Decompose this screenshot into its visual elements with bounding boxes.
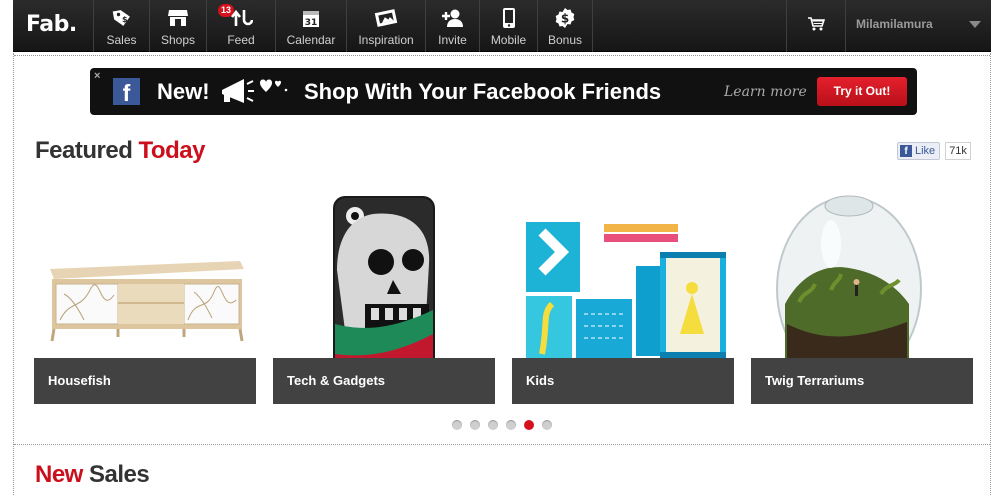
nav-label-bonus: Bonus <box>547 33 583 47</box>
nav-item-invite[interactable]: Invite <box>425 0 479 52</box>
featured-card-kids[interactable]: Kids <box>512 184 734 404</box>
carousel-dot[interactable] <box>452 420 462 430</box>
carousel-dot[interactable] <box>488 420 498 430</box>
cart-button[interactable] <box>786 0 846 52</box>
svg-text:$: $ <box>122 15 128 24</box>
mobile-icon <box>480 7 537 29</box>
new-sales-heading: New Sales <box>35 461 150 489</box>
terrarium-image <box>751 184 973 382</box>
card-caption: Kids <box>512 358 734 404</box>
main-content: × f New! Shop With Your Facebook Friends… <box>13 53 991 495</box>
card-caption: Twig Terrariums <box>751 358 973 404</box>
svg-text:$: $ <box>561 12 569 26</box>
top-nav: Fab. $ Sales Shops 13 Feed 31 Calendar I… <box>13 0 991 52</box>
banner-headline: Shop With Your Facebook Friends <box>304 79 662 104</box>
shop-icon <box>150 7 206 29</box>
tag-icon: $ <box>94 7 149 29</box>
card-caption: Housefish <box>34 358 256 404</box>
facebook-icon: f <box>113 78 140 106</box>
today-title-word: Today <box>138 137 206 164</box>
nav-item-bonus[interactable]: $ Bonus <box>537 0 593 52</box>
nav-label-shops: Shops <box>160 33 196 47</box>
carousel-dot[interactable] <box>470 420 480 430</box>
featured-card-housefish[interactable]: Housefish <box>34 184 256 404</box>
like-label: Like <box>915 145 936 157</box>
facebook-like-widget: f Like 71k <box>897 142 971 160</box>
inspiration-icon <box>347 7 425 29</box>
nav-item-shops[interactable]: Shops <box>149 0 206 52</box>
facebook-icon: f <box>900 145 912 157</box>
username: Milamilamura <box>856 17 933 31</box>
banner-new-label: New! <box>157 79 210 104</box>
chevron-down-icon <box>969 21 981 28</box>
like-count: 71k <box>945 142 971 160</box>
megaphone-icon <box>220 76 300 113</box>
new-title-word: New <box>35 461 83 488</box>
try-it-out-button[interactable]: Try it Out! <box>817 77 907 106</box>
fab-logo[interactable]: Fab. <box>13 0 93 52</box>
learn-more-link[interactable]: Learn more <box>724 84 807 100</box>
media-console-image <box>34 184 256 358</box>
carousel-pagination <box>452 420 560 430</box>
featured-today-heading: Featured Today <box>35 137 205 165</box>
facebook-like-button[interactable]: f Like <box>897 142 941 160</box>
nav-label-invite: Invite <box>438 33 467 47</box>
kids-stationery-image <box>512 184 734 359</box>
carousel-dot[interactable] <box>542 420 552 430</box>
divider <box>14 444 990 445</box>
feed-icon <box>207 7 275 29</box>
nav-label-feed: Feed <box>227 33 255 47</box>
calendar-icon: 31 <box>276 7 346 29</box>
nav-item-feed[interactable]: 13 Feed <box>206 0 275 52</box>
nav-item-sales[interactable]: $ Sales <box>93 0 149 52</box>
nav-item-inspiration[interactable]: Inspiration <box>346 0 425 52</box>
nav-label-sales: Sales <box>106 33 137 47</box>
featured-title-word: Featured <box>35 137 133 164</box>
sales-title-word: Sales <box>89 461 150 488</box>
svg-text:31: 31 <box>305 18 318 28</box>
nav-label-calendar: Calendar <box>286 33 336 47</box>
carousel-dot-active[interactable] <box>524 420 534 430</box>
bonus-icon: $ <box>538 7 592 29</box>
phone-case-image <box>273 184 495 391</box>
nav-item-mobile[interactable]: Mobile <box>479 0 537 52</box>
user-menu[interactable]: Milamilamura <box>847 0 991 52</box>
invite-icon <box>426 7 479 29</box>
divider <box>14 55 990 56</box>
facebook-promo-banner[interactable]: × f New! Shop With Your Facebook Friends… <box>90 68 917 115</box>
nav-label-inspiration: Inspiration <box>358 33 414 47</box>
featured-card-tech-gadgets[interactable]: Tech & Gadgets <box>273 184 495 404</box>
featured-card-twig-terrariums[interactable]: Twig Terrariums <box>751 184 973 404</box>
card-caption: Tech & Gadgets <box>273 358 495 404</box>
nav-label-mobile: Mobile <box>490 33 527 47</box>
close-icon[interactable]: × <box>94 70 100 82</box>
carousel-dot[interactable] <box>506 420 516 430</box>
cart-icon <box>807 16 826 37</box>
nav-item-calendar[interactable]: 31 Calendar <box>275 0 346 52</box>
